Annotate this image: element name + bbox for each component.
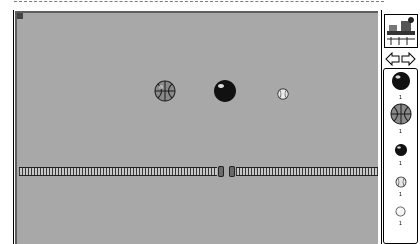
parts-list: 1 1 1 1 1 xyxy=(383,68,418,244)
palette-navigation xyxy=(385,51,417,67)
bowling-ball-icon[interactable] xyxy=(213,79,237,103)
baseball-icon[interactable] xyxy=(277,85,289,100)
palette-item-count: 1 xyxy=(398,221,403,227)
palette-item-count: 1 xyxy=(398,129,403,135)
rail-right[interactable] xyxy=(236,167,378,176)
palette-item-bowling-ball-small[interactable]: 1 xyxy=(384,142,417,167)
palette-item-ping-pong-ball[interactable]: 1 xyxy=(384,202,417,227)
palette-item-bowling-ball[interactable]: 1 xyxy=(384,71,417,101)
play-area[interactable] xyxy=(15,11,378,244)
palette-item-baseball[interactable]: 1 xyxy=(384,173,417,198)
basketball-icon[interactable] xyxy=(154,80,176,102)
rail-left-end-cap xyxy=(218,166,224,177)
stage-corner xyxy=(17,13,23,19)
rail-right-start-cap xyxy=(229,166,235,177)
bowling-ball-small-icon xyxy=(394,144,407,156)
basketball-icon xyxy=(390,103,411,125)
palette-item-count: 1 xyxy=(398,192,403,198)
parts-palette: 1 1 1 1 1 xyxy=(381,10,420,244)
top-border xyxy=(14,1,384,2)
baseball-icon xyxy=(395,176,406,188)
rail-left[interactable] xyxy=(19,167,217,176)
ping-pong-ball-icon xyxy=(395,206,406,217)
right-arrow-icon[interactable] xyxy=(401,51,416,67)
left-border xyxy=(13,10,14,244)
bowling-ball-icon xyxy=(391,72,410,90)
palette-item-count: 1 xyxy=(398,161,403,167)
game-window: 1 1 1 1 1 xyxy=(0,0,420,244)
level-preview-thumbnail[interactable] xyxy=(384,14,418,48)
left-arrow-icon[interactable] xyxy=(385,51,400,67)
palette-item-count: 1 xyxy=(398,95,403,101)
palette-item-basketball[interactable]: 1 xyxy=(384,103,417,135)
